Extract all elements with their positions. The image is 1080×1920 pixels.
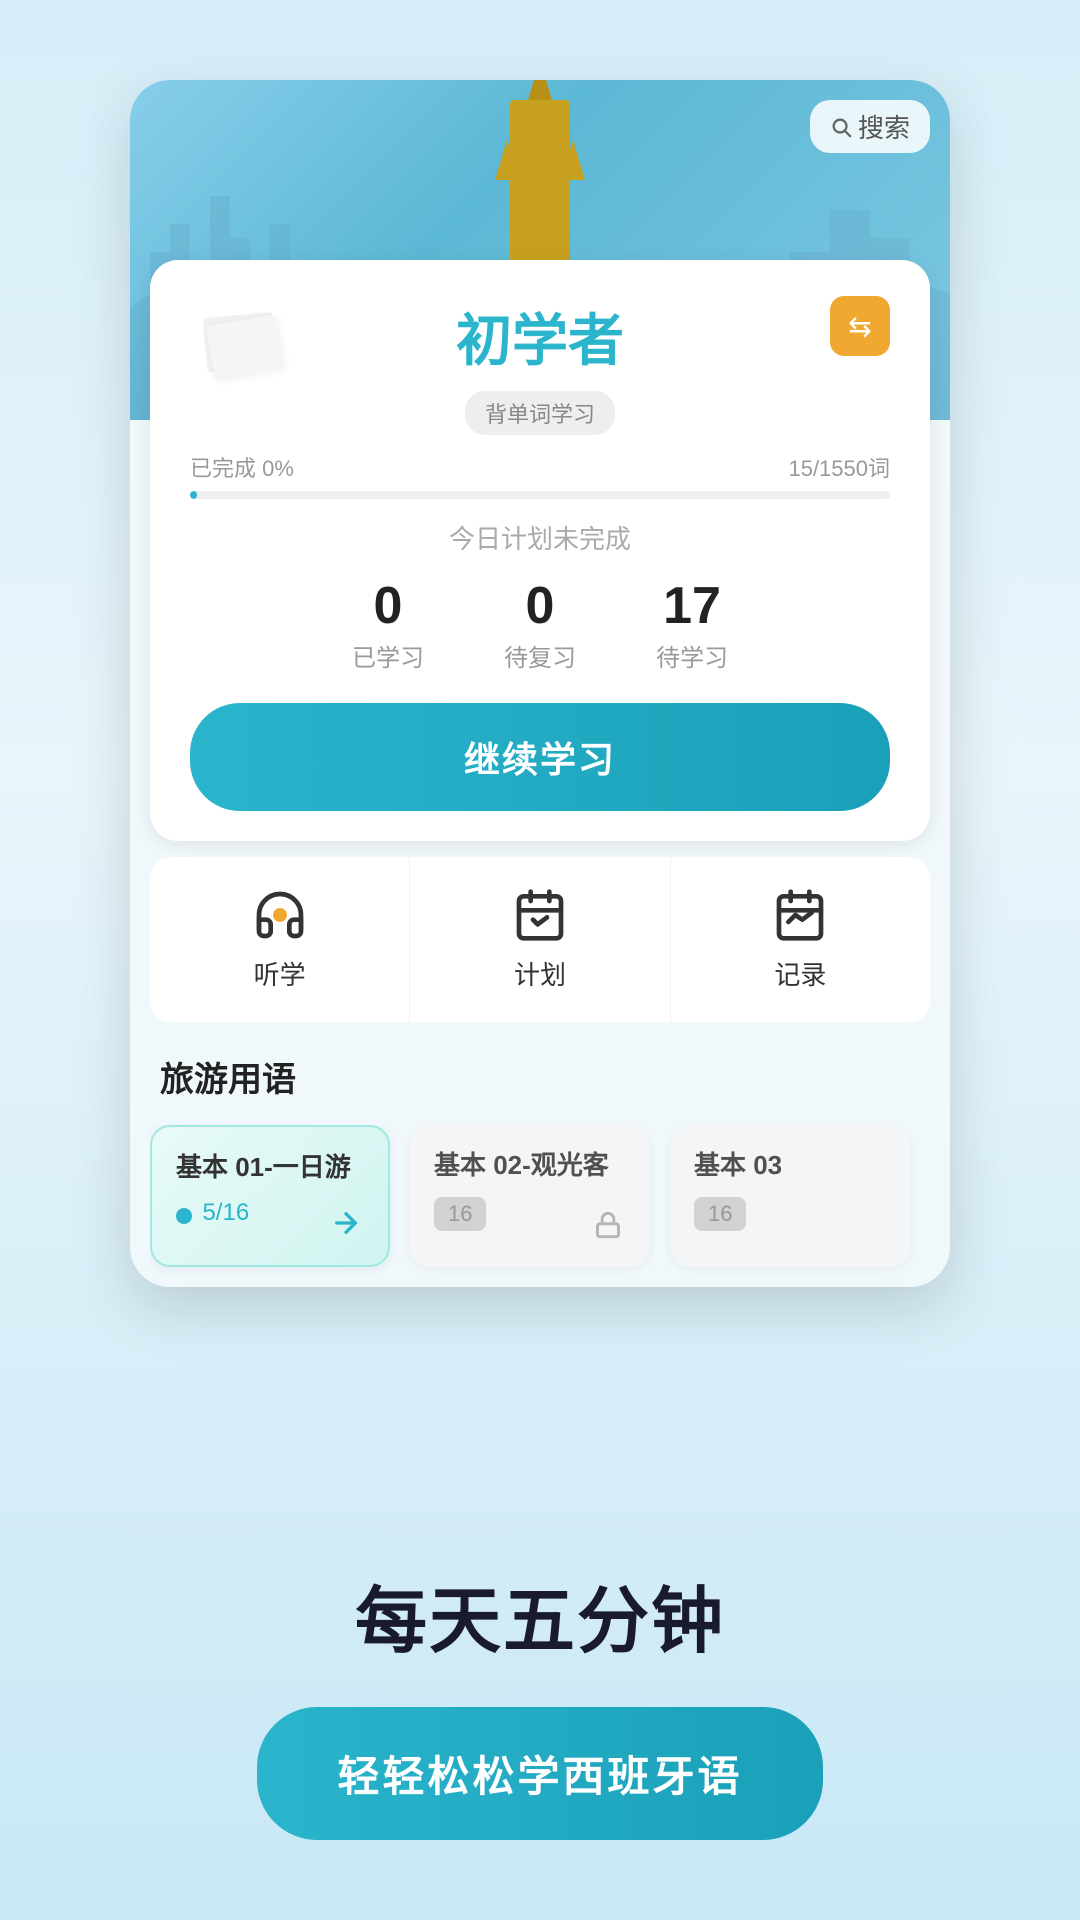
progress-labels: 已完成 0% 15/1550词 (190, 451, 890, 483)
action-record-label: 记录 (774, 955, 826, 992)
search-label: 搜索 (858, 108, 910, 145)
lesson-card-3: 基本 03 16 (670, 1125, 910, 1267)
lesson-card-3-title: 基本 03 (694, 1149, 886, 1183)
swap-button[interactable]: ⇆ (830, 296, 890, 356)
lesson-card-2-title: 基本 02-观光客 (434, 1149, 626, 1183)
main-learning-card: ⇆ 初学者 背单词学习 已完成 0% 15/1550词 今日计划未完成 (150, 260, 930, 841)
stat-review-label: 待复习 (504, 638, 576, 673)
app-frame: 10 搜索 (130, 80, 950, 1287)
lesson-cards-list: 基本 01-一日游 5/16 基本 02-观光客 16 (150, 1125, 930, 1287)
headphones-icon (252, 887, 308, 943)
progress-section: 已完成 0% 15/1550词 (190, 451, 890, 499)
stat-learned-label: 已学习 (352, 638, 424, 673)
stats-row: 0 已学习 0 待复习 17 待学习 (190, 580, 890, 673)
app-screenshot-container: 10 搜索 (0, 0, 1080, 1482)
book-page-front (206, 314, 284, 380)
action-record[interactable]: 记录 (671, 857, 930, 1022)
stat-pending: 17 待学习 (656, 580, 728, 673)
progress-right-label: 15/1550词 (788, 451, 890, 483)
progress-bar-background (190, 491, 890, 499)
progress-dot-1 (176, 1208, 192, 1224)
lesson-card-2: 基本 02-观光客 16 (410, 1125, 650, 1267)
progress-left-label: 已完成 0% (190, 451, 294, 483)
stat-learned: 0 已学习 (352, 580, 424, 673)
calendar-check-icon (512, 887, 568, 943)
plan-status: 今日计划未完成 (190, 519, 890, 556)
bottom-section: 每天五分钟 轻轻松松学西班牙语 (197, 1502, 882, 1920)
action-listen[interactable]: 听学 (150, 857, 410, 1022)
stat-pending-label: 待学习 (656, 638, 728, 673)
lesson-section: 旅游用语 基本 01-一日游 5/16 (130, 1022, 950, 1287)
lesson-card-1-title: 基本 01-一日游 (176, 1151, 364, 1185)
lesson-card-2-count: 16 (434, 1197, 486, 1231)
stat-pending-number: 17 (656, 580, 728, 632)
lesson-card-3-count: 16 (694, 1197, 746, 1231)
vocab-badge: 背单词学习 (190, 391, 890, 435)
main-tagline: 每天五分钟 (257, 1562, 822, 1667)
book-illustration (200, 310, 300, 380)
progress-bar-fill (190, 491, 197, 499)
stat-review-number: 0 (504, 580, 576, 632)
lesson-card-1-arrow (324, 1201, 368, 1245)
action-plan-label: 计划 (514, 955, 566, 992)
chart-line-icon (772, 887, 828, 943)
lesson-card-1-progress-text: 5/16 (202, 1199, 249, 1226)
search-button[interactable]: 搜索 (810, 100, 930, 153)
lesson-section-title: 旅游用语 (150, 1052, 930, 1101)
lesson-card-1[interactable]: 基本 01-一日游 5/16 (150, 1125, 390, 1267)
action-plan[interactable]: 计划 (410, 857, 670, 1022)
cta-button[interactable]: 轻轻松松学西班牙语 (257, 1707, 822, 1840)
stat-review: 0 待复习 (504, 580, 576, 673)
stat-learned-number: 0 (352, 580, 424, 632)
vocab-badge-text: 背单词学习 (465, 391, 615, 435)
swap-icon: ⇆ (848, 310, 871, 343)
quick-actions-bar: 听学 计划 (150, 857, 930, 1022)
action-listen-label: 听学 (254, 955, 306, 992)
continue-learning-button[interactable]: 继续学习 (190, 703, 890, 811)
lock-icon-2 (586, 1203, 630, 1247)
